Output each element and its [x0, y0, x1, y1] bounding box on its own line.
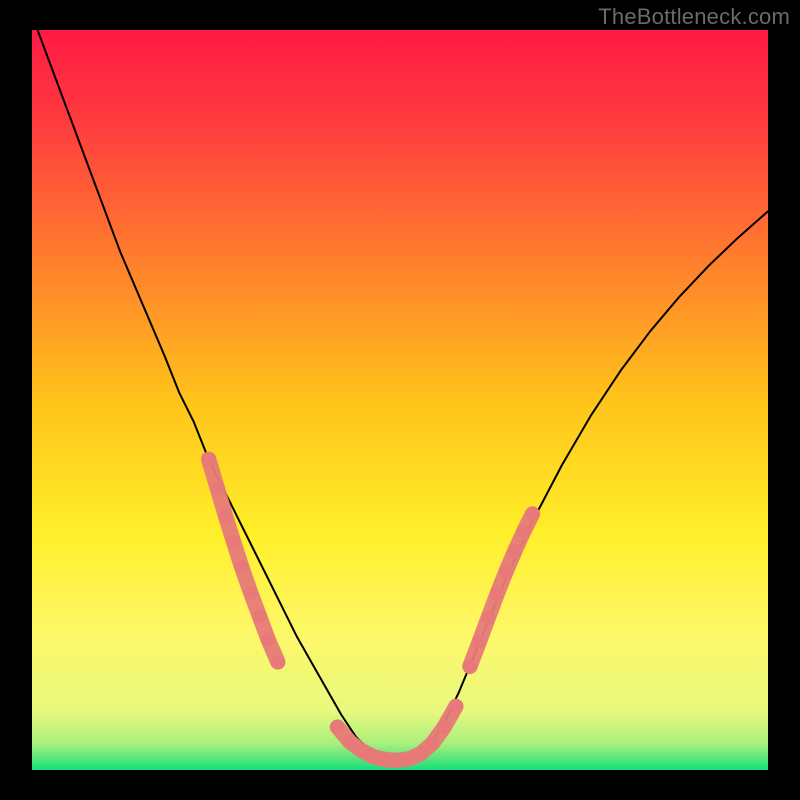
marker-band-bottom-dot [425, 736, 439, 750]
marker-band-bottom-dot [367, 750, 381, 764]
marker-band-right-dot [499, 565, 513, 579]
marker-band-left-dot [235, 560, 249, 574]
marker-band-right-dot [517, 525, 531, 539]
marker-band-bottom-dot [330, 720, 344, 734]
marker-band-left-dot [244, 585, 258, 599]
marker-band-left-dot [210, 482, 224, 496]
marker-band-left-dot [219, 509, 233, 523]
marker-band-left-dot [202, 452, 216, 466]
marker-band-left-dot [271, 655, 285, 669]
marker-band-right-dot [463, 659, 477, 673]
marker-band-right-dot [525, 507, 539, 521]
chart-frame: TheBottleneck.com [0, 0, 800, 800]
marker-band-right-dot [472, 634, 486, 648]
marker-band-bottom-dot [437, 720, 451, 734]
marker-band-right-dot [490, 587, 504, 601]
marker-band-right-dot [481, 611, 495, 625]
marker-band-left-dot [227, 535, 241, 549]
plot-background [32, 30, 768, 770]
marker-band-left-dot [261, 633, 275, 647]
bottleneck-chart [0, 0, 800, 800]
watermark-text: TheBottleneck.com [598, 4, 790, 30]
marker-band-bottom-dot [414, 747, 428, 761]
marker-band-right-dot [508, 544, 522, 558]
marker-band-left-dot [252, 609, 266, 623]
marker-band-bottom-dot [449, 699, 463, 713]
marker-band-bottom-dot [343, 735, 357, 749]
marker-band-bottom-dot [390, 753, 404, 767]
